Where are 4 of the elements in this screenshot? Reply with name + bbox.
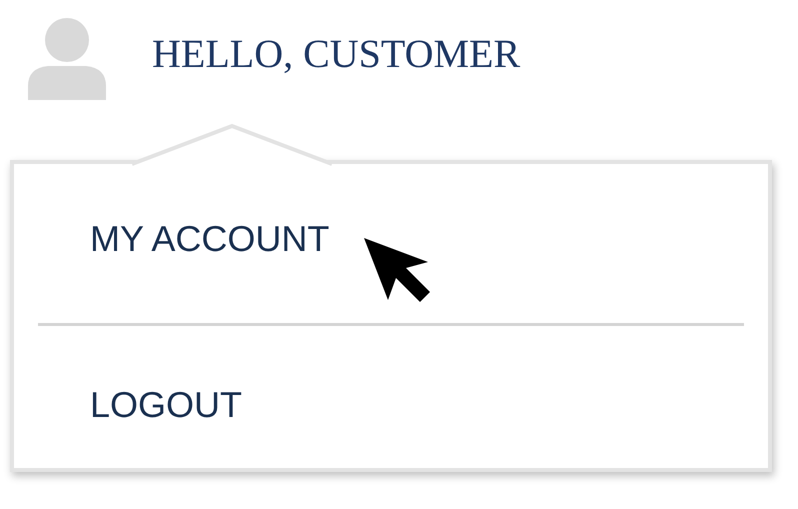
greeting-heading: HELLO, CUSTOMER [152,30,520,76]
menu-item[interactable]: LOGOUT [38,384,744,426]
menu-item[interactable]: MY ACCOUNT [38,218,744,260]
user-avatar-icon [28,18,106,100]
